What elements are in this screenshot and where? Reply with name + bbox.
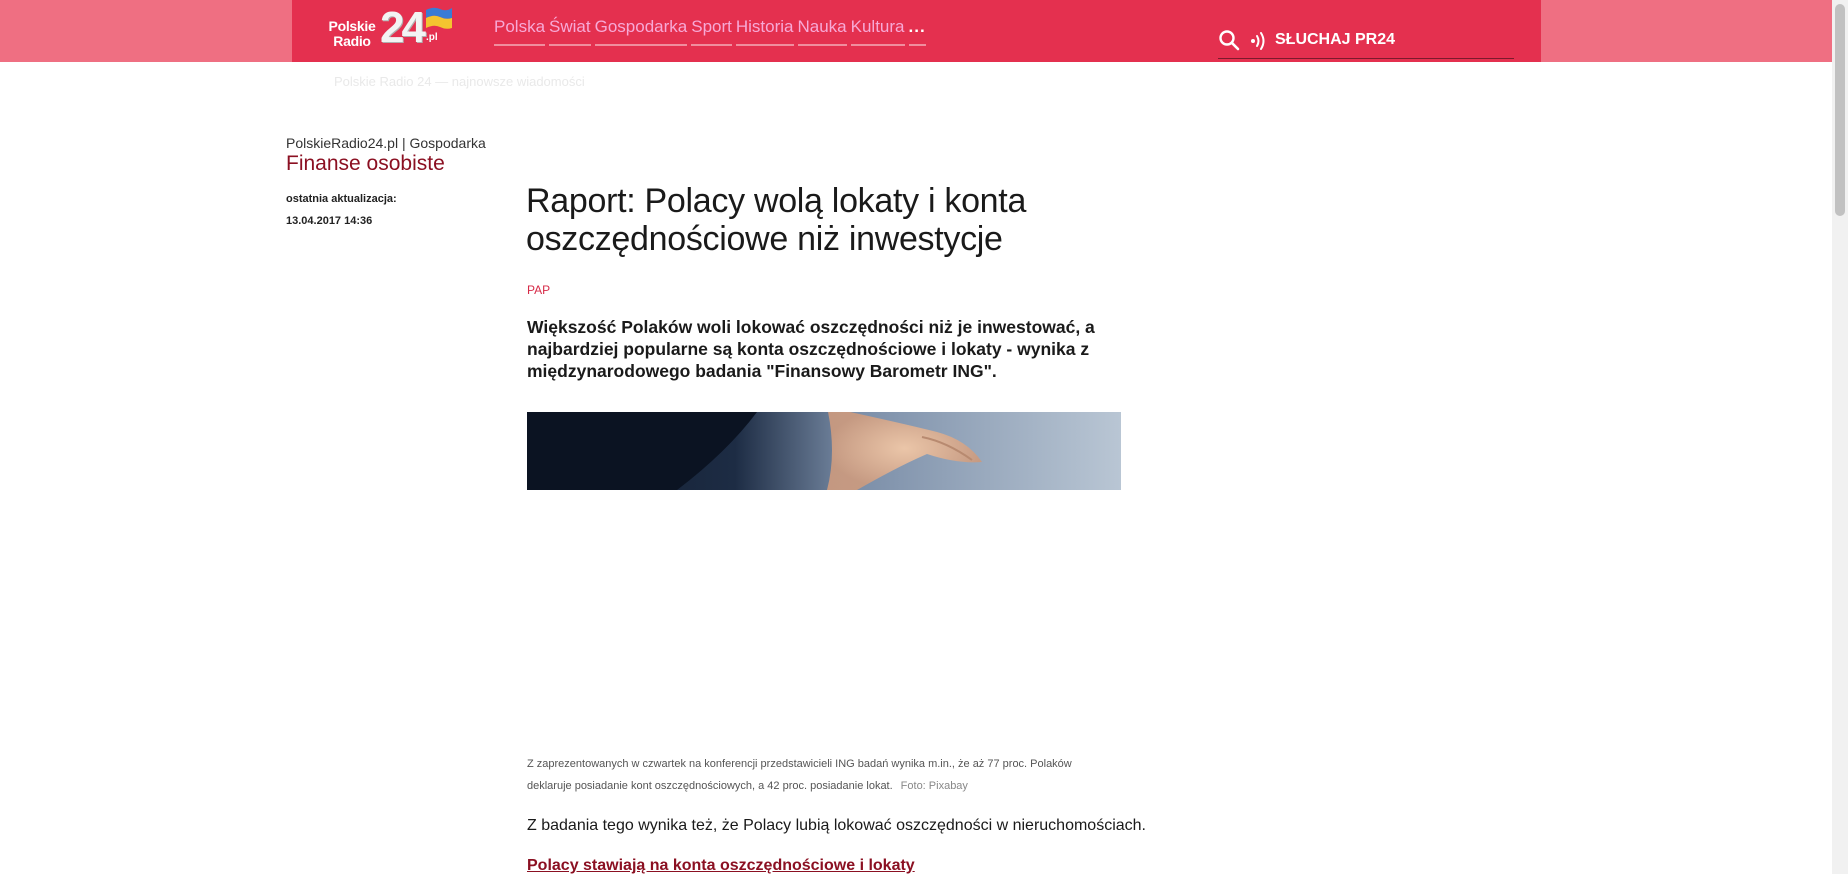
article-paragraph: Z badania tego wynika też, że Polacy lub… bbox=[527, 817, 1146, 834]
section-title-link[interactable]: Finanse osobiste bbox=[286, 152, 445, 176]
photo-caption: Z zaprezentowanych w czwartek na konfere… bbox=[527, 753, 1121, 797]
lead-line2: najbardziej popularne są konta oszczędno… bbox=[527, 339, 1090, 359]
caption-line1: Z zaprezentowanych w czwartek na konfere… bbox=[527, 758, 1072, 770]
logo-number: 24 bbox=[380, 3, 426, 52]
nav-item-sport[interactable]: Sport bbox=[691, 16, 732, 46]
nav-item-kultura[interactable]: Kultura bbox=[850, 16, 905, 46]
article-lead: Większość Polaków woli lokować oszczędno… bbox=[527, 316, 1127, 382]
header-tools: SŁUCHAJ PR24 bbox=[1218, 26, 1514, 59]
photo-credit: Foto: Pixabay bbox=[900, 780, 968, 792]
article-photo-image bbox=[527, 412, 1121, 490]
header-band-right bbox=[1541, 0, 1832, 62]
nav-more-button[interactable]: ... bbox=[908, 16, 926, 46]
article-title-line2: oszczędnościowe niż inwestycje bbox=[526, 220, 1003, 258]
article-title-line1: Raport: Polacy wolą lokaty i konta bbox=[526, 182, 1027, 220]
nav-item-nauka[interactable]: Nauka bbox=[797, 16, 847, 46]
article-source: PAP bbox=[527, 283, 551, 297]
top-navigation-bar: Polskie Radio 24 .pl Polska Świat Gospod… bbox=[292, 0, 1541, 62]
logo-line1: Polskie bbox=[328, 18, 376, 34]
lead-line3: międzynarodowego badania "Finansowy Baro… bbox=[527, 361, 997, 381]
search-icon[interactable] bbox=[1218, 29, 1240, 51]
ukraine-flag-icon bbox=[426, 7, 452, 29]
vertical-scrollbar[interactable] bbox=[1832, 0, 1848, 874]
scrollbar-thumb[interactable] bbox=[1835, 4, 1845, 216]
caption-line2: deklaruje posiadanie kont oszczędnościow… bbox=[527, 780, 893, 792]
nav-item-gospodarka[interactable]: Gospodarka bbox=[594, 16, 688, 46]
article-subheading-link[interactable]: Polacy stawiają na konta oszczędnościowe… bbox=[527, 857, 915, 875]
logo-text: Polskie Radio bbox=[322, 19, 382, 49]
header-band-left bbox=[0, 0, 292, 62]
breadcrumb-separator: | bbox=[401, 135, 406, 151]
nav-item-polska[interactable]: Polska bbox=[494, 16, 546, 46]
nav-item-historia[interactable]: Historia bbox=[735, 16, 794, 46]
logo-line2: Radio bbox=[333, 33, 371, 49]
breadcrumb-site-link[interactable]: PolskieRadio24.pl bbox=[286, 135, 398, 151]
site-logo[interactable]: Polskie Radio 24 .pl bbox=[322, 4, 462, 54]
nav-item-swiat[interactable]: Świat bbox=[549, 16, 591, 46]
breadcrumb: PolskieRadio24.pl | Gospodarka bbox=[286, 135, 486, 151]
lead-line1: Większość Polaków woli lokować oszczędno… bbox=[527, 317, 1095, 337]
last-updated-label: ostatnia aktualizacja: bbox=[286, 193, 397, 205]
article-title: Raport: Polacy wolą lokaty i konta oszcz… bbox=[526, 182, 1086, 258]
main-nav: Polska Świat Gospodarka Sport Historia N… bbox=[494, 16, 930, 46]
breadcrumb-section-link[interactable]: Gospodarka bbox=[410, 135, 486, 151]
radio-waves-icon[interactable] bbox=[1249, 31, 1267, 51]
logo-suffix: .pl bbox=[426, 32, 438, 43]
news-ticker[interactable]: Polskie Radio 24 — najnowsze wiadomości bbox=[334, 74, 585, 89]
article-photo bbox=[527, 412, 1121, 490]
listen-live-button[interactable]: SŁUCHAJ PR24 bbox=[1275, 31, 1395, 49]
last-updated-date: 13.04.2017 14:36 bbox=[286, 215, 373, 227]
